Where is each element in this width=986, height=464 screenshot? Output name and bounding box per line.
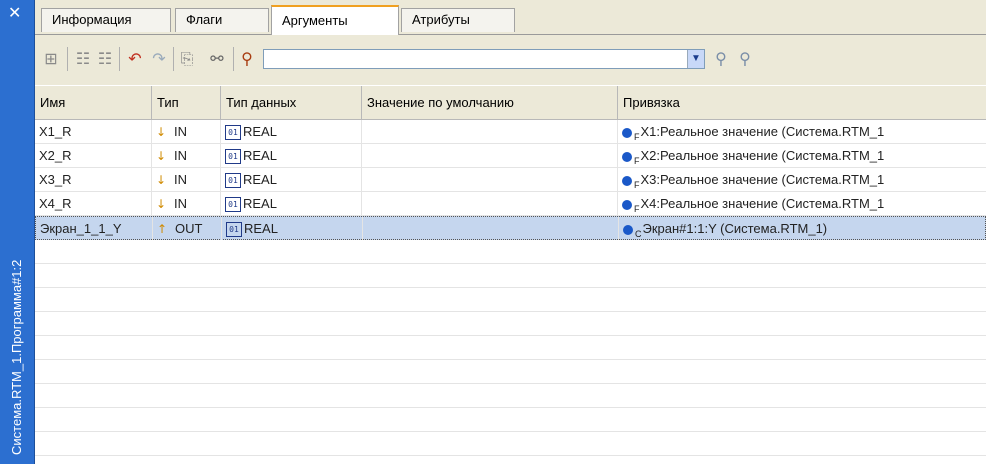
insert-row-icon[interactable]: ☷ — [73, 49, 93, 69]
link-icon[interactable]: ⚯ — [207, 49, 227, 69]
col-header-type[interactable]: Тип — [152, 86, 221, 119]
input-arrow-icon: ↓ — [156, 197, 167, 211]
cell-default[interactable] — [362, 144, 618, 167]
undo-icon[interactable]: ↶ — [125, 49, 145, 69]
cell-default[interactable] — [362, 120, 618, 143]
cell-binding[interactable]: FX2:Реальное значение (Система.RTM_1 — [618, 144, 986, 167]
empty-row — [35, 240, 986, 264]
binding-icon — [622, 127, 632, 138]
tab-bar: Информация Флаги Аргументы Атрибуты — [35, 0, 986, 35]
datatype-icon: 01 — [225, 173, 241, 189]
empty-row — [35, 336, 986, 360]
binding-icon — [622, 151, 632, 162]
cell-datatype[interactable]: 01 REAL — [221, 192, 362, 215]
chevron-down-icon[interactable]: ▼ — [687, 50, 704, 68]
datatype-icon: 01 — [225, 197, 241, 213]
cell-name[interactable]: X2_R — [35, 144, 152, 167]
datatype-icon: 01 — [226, 222, 242, 238]
binding-icon — [622, 175, 632, 186]
cell-binding[interactable]: CЭкран#1:1:Y (Система.RTM_1) — [619, 217, 986, 240]
col-header-default[interactable]: Значение по умолчанию — [362, 86, 618, 119]
input-arrow-icon: ↓ — [156, 125, 167, 139]
empty-row — [35, 408, 986, 432]
delete-row-icon[interactable]: ☷ — [95, 49, 115, 69]
find-prev-icon[interactable]: ⚲ — [735, 49, 755, 69]
toolbar-separator — [173, 47, 174, 71]
datatype-icon: 01 — [225, 125, 241, 141]
cell-binding[interactable]: FX1:Реальное значение (Система.RTM_1 — [618, 120, 986, 143]
empty-row — [35, 264, 986, 288]
table-row[interactable]: X4_R ↓ IN 01 REAL FX4:Реальное значение (С… — [35, 192, 986, 216]
empty-row — [35, 432, 986, 456]
cell-type[interactable]: ↓ IN — [152, 192, 221, 215]
empty-row — [35, 288, 986, 312]
empty-row — [35, 360, 986, 384]
empty-row — [35, 384, 986, 408]
find-icon[interactable]: ⚲ — [237, 49, 257, 69]
tab-info[interactable]: Информация — [41, 8, 171, 32]
empty-row — [35, 312, 986, 336]
datatype-icon: 01 — [225, 149, 241, 165]
toolbar: ⊞ ☷ ☷ ↶ ↷ ⎘ ⚯ ⚲ ▼ ⚲ ⚲ — [35, 35, 986, 85]
grid-header: Имя Тип Тип данных Значение по умолчанию… — [35, 86, 986, 120]
cell-type[interactable]: ↓ IN — [152, 120, 221, 143]
binding-icon — [623, 224, 633, 235]
cell-datatype[interactable]: 01 REAL — [221, 144, 362, 167]
cell-name[interactable]: X1_R — [35, 120, 152, 143]
cell-name[interactable]: X3_R — [35, 168, 152, 191]
table-row[interactable]: X1_R ↓ IN 01 REAL FX1:Реальное значение (С… — [35, 120, 986, 144]
close-icon[interactable]: ✕ — [8, 3, 21, 22]
side-panel: ✕ Система.RTM_1.Программа#1:2 — [0, 0, 35, 464]
cell-default[interactable] — [362, 192, 618, 215]
binding-icon — [622, 199, 632, 210]
cell-binding[interactable]: FX4:Реальное значение (Система.RTM_1 — [618, 192, 986, 215]
cell-default[interactable] — [362, 168, 618, 191]
add-argument-icon[interactable]: ⊞ — [41, 49, 61, 69]
search-input[interactable]: ▼ — [263, 49, 705, 69]
cell-binding[interactable]: FX3:Реальное значение (Система.RTM_1 — [618, 168, 986, 191]
output-arrow-icon: ↑ — [157, 222, 168, 236]
input-arrow-icon: ↓ — [156, 149, 167, 163]
cell-type[interactable]: ↓ IN — [152, 144, 221, 167]
table-row-selected[interactable]: Экран_1_1_Y ↑ OUT 01 REAL CЭкран#1:1:Y (Си… — [35, 216, 986, 240]
col-header-binding[interactable]: Привязка — [618, 86, 986, 119]
cell-name[interactable]: X4_R — [35, 192, 152, 215]
cell-default[interactable] — [363, 217, 619, 240]
redo-icon[interactable]: ↷ — [149, 49, 169, 69]
tab-attributes[interactable]: Атрибуты — [401, 8, 515, 32]
cell-type[interactable]: ↓ IN — [152, 168, 221, 191]
side-panel-title: Система.RTM_1.Программа#1:2 — [9, 259, 24, 455]
cell-datatype[interactable]: 01 REAL — [222, 217, 363, 240]
col-header-datatype[interactable]: Тип данных — [221, 86, 362, 119]
arguments-grid: Имя Тип Тип данных Значение по умолчанию… — [35, 86, 986, 464]
toolbar-separator — [67, 47, 68, 71]
find-next-icon[interactable]: ⚲ — [711, 49, 731, 69]
toolbar-separator — [119, 47, 120, 71]
table-row[interactable]: X2_R ↓ IN 01 REAL FX2:Реальное значение (С… — [35, 144, 986, 168]
cell-datatype[interactable]: 01 REAL — [221, 168, 362, 191]
tab-arguments[interactable]: Аргументы — [271, 5, 399, 35]
cell-datatype[interactable]: 01 REAL — [221, 120, 362, 143]
col-header-name[interactable]: Имя — [35, 86, 152, 119]
tab-flags[interactable]: Флаги — [175, 8, 269, 32]
toolbar-separator — [233, 47, 234, 71]
cell-type[interactable]: ↑ OUT — [153, 217, 222, 240]
copy-icon[interactable]: ⎘ — [177, 49, 197, 69]
cell-name[interactable]: Экран_1_1_Y — [36, 217, 153, 240]
table-row[interactable]: X3_R ↓ IN 01 REAL FX3:Реальное значение (С… — [35, 168, 986, 192]
input-arrow-icon: ↓ — [156, 173, 167, 187]
